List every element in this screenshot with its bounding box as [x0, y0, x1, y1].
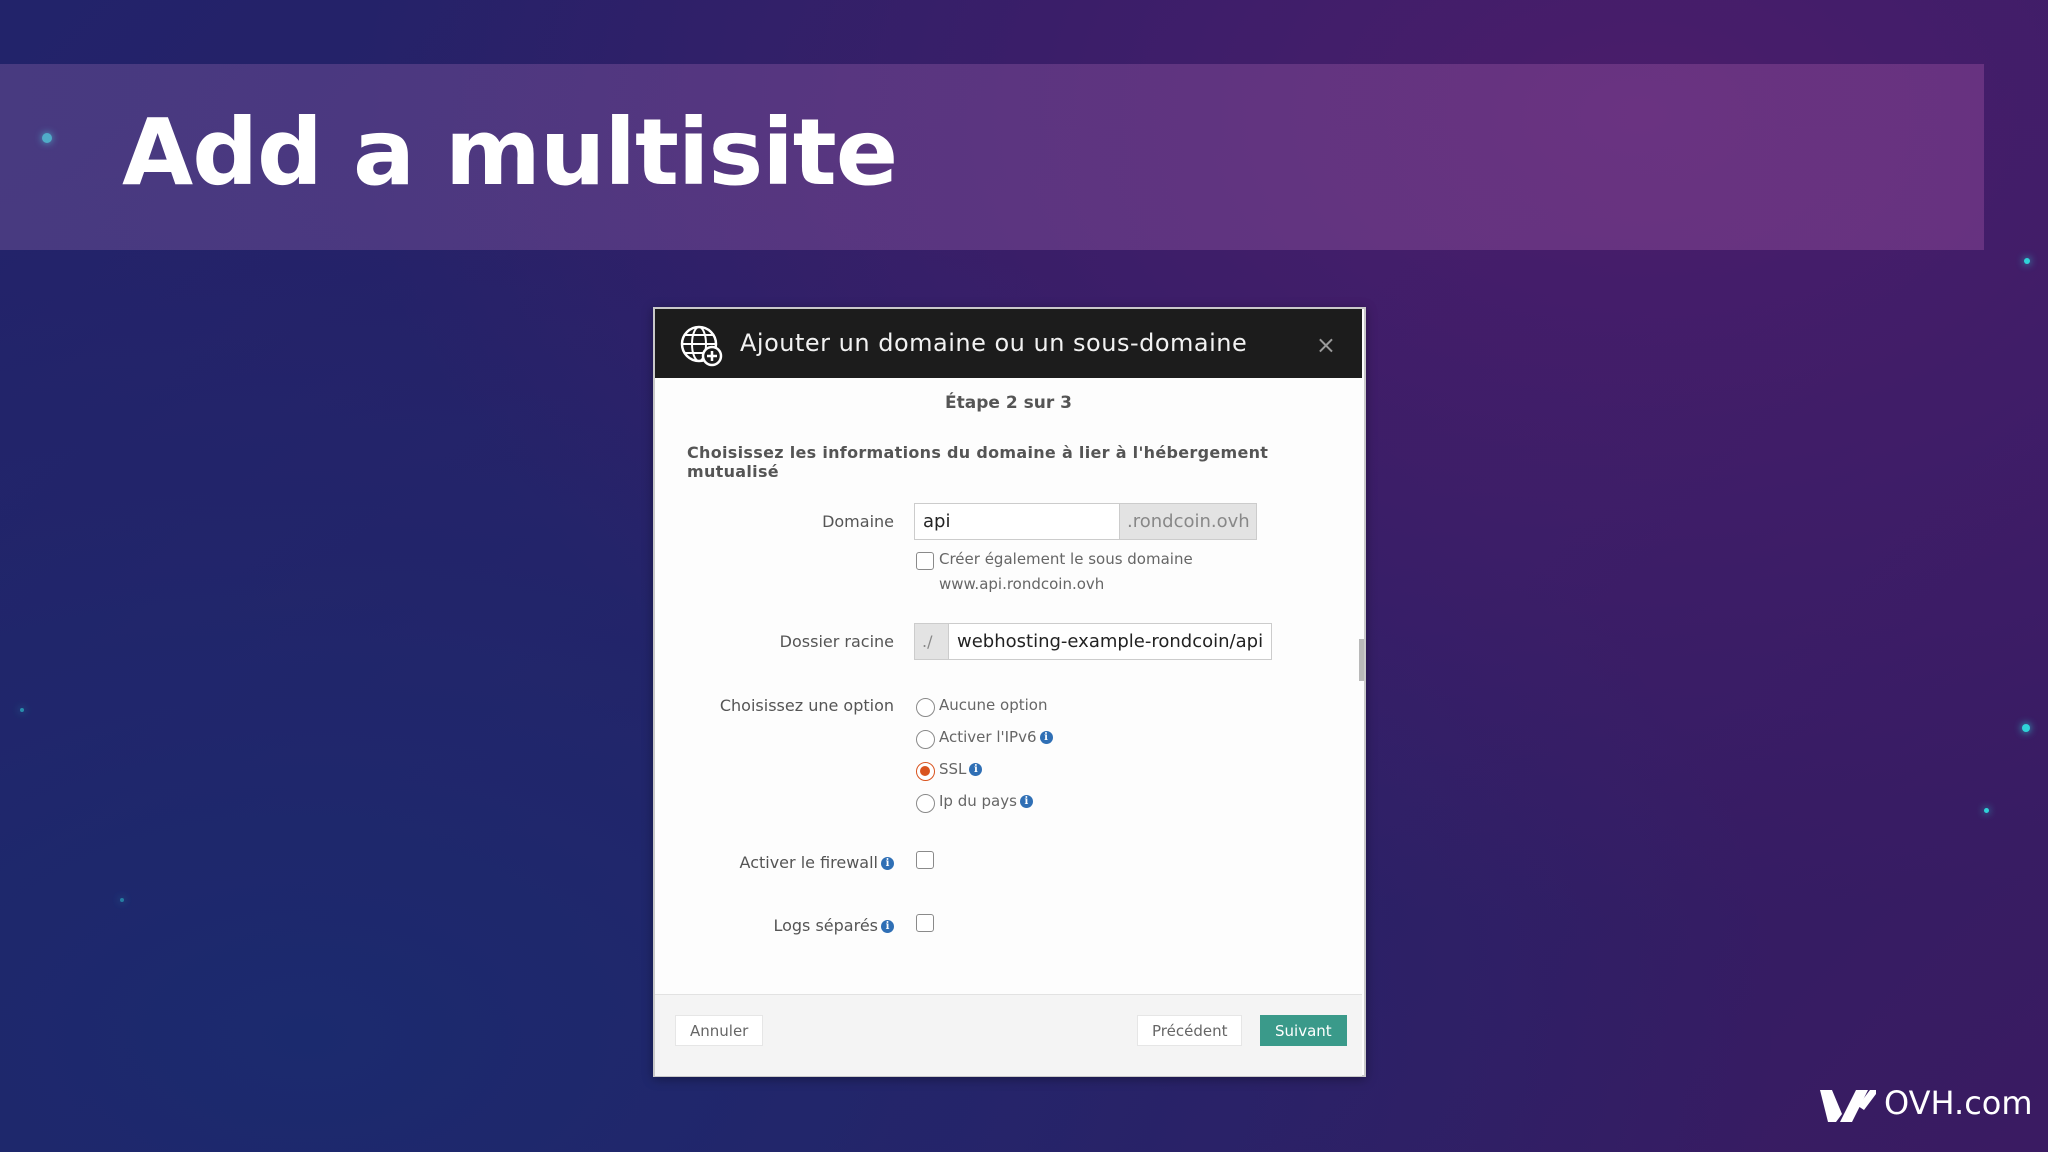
- root-folder-label: Dossier racine: [779, 632, 894, 651]
- next-button[interactable]: Suivant: [1260, 1015, 1347, 1046]
- radio-label-ipv6: Activer l'IPv6 i: [939, 728, 1053, 746]
- radio-label-country-ip: Ip du pays i: [939, 792, 1033, 810]
- radio-label-ipv6-text: Activer l'IPv6: [939, 728, 1037, 746]
- firewall-checkbox[interactable]: [916, 851, 934, 869]
- info-icon[interactable]: i: [881, 857, 894, 870]
- radio-label-ssl: SSL i: [939, 760, 983, 778]
- radio-label-no-option: Aucune option: [939, 696, 1048, 714]
- radio-ipv6[interactable]: [916, 730, 935, 749]
- www-subdomain-label: Créer également le sous domaine: [939, 550, 1193, 568]
- domain-label: Domaine: [822, 512, 894, 531]
- particle-dot: [20, 708, 24, 712]
- radio-no-option[interactable]: [916, 698, 935, 717]
- particle-dot: [120, 898, 124, 902]
- particle-dot: [2024, 258, 2030, 264]
- particle-dot: [1984, 808, 1989, 813]
- option-label: Choisissez une option: [719, 696, 894, 715]
- logs-label: Logs séparés i: [773, 916, 894, 935]
- firewall-label-text: Activer le firewall: [739, 853, 878, 872]
- add-domain-modal: Ajouter un domaine ou un sous-domaine × …: [653, 307, 1366, 1077]
- radio-country-ip[interactable]: [916, 794, 935, 813]
- cancel-button[interactable]: Annuler: [675, 1015, 764, 1046]
- info-icon[interactable]: i: [1039, 731, 1053, 744]
- logs-label-text: Logs séparés: [773, 916, 878, 935]
- globe-add-icon: [680, 325, 723, 367]
- modal-scrollbar[interactable]: [1359, 639, 1364, 681]
- www-subdomain-value: www.api.rondcoin.ovh: [939, 575, 1105, 593]
- info-icon[interactable]: i: [881, 920, 894, 933]
- slide-title: Add a multisite: [122, 99, 898, 206]
- domain-suffix: .rondcoin.ovh: [1119, 503, 1257, 540]
- ovh-logo-text: OVH.com: [1884, 1084, 2033, 1122]
- radio-label-country-ip-text: Ip du pays: [939, 792, 1017, 810]
- particle-dot: [2022, 724, 2030, 732]
- root-folder-input[interactable]: [948, 623, 1272, 660]
- ovh-logo-icon: [1820, 1090, 1876, 1122]
- previous-button[interactable]: Précédent: [1137, 1015, 1243, 1046]
- root-folder-prefix: ./: [914, 623, 949, 660]
- modal-title: Ajouter un domaine ou un sous-domaine: [740, 329, 1248, 357]
- radio-ssl[interactable]: [916, 762, 935, 781]
- close-icon[interactable]: ×: [1316, 331, 1336, 359]
- modal-header: Ajouter un domaine ou un sous-domaine ×: [655, 309, 1362, 378]
- intro-text: Choisissez les informations du domaine à…: [687, 443, 1269, 481]
- info-icon[interactable]: i: [969, 763, 983, 776]
- step-indicator: Étape 2 sur 3: [945, 393, 1072, 413]
- www-subdomain-checkbox[interactable]: [916, 552, 934, 570]
- domain-input[interactable]: [914, 503, 1120, 540]
- info-icon[interactable]: i: [1019, 795, 1033, 808]
- logs-checkbox[interactable]: [916, 914, 934, 932]
- firewall-label: Activer le firewall i: [740, 853, 894, 872]
- radio-label-ssl-text: SSL: [939, 760, 967, 778]
